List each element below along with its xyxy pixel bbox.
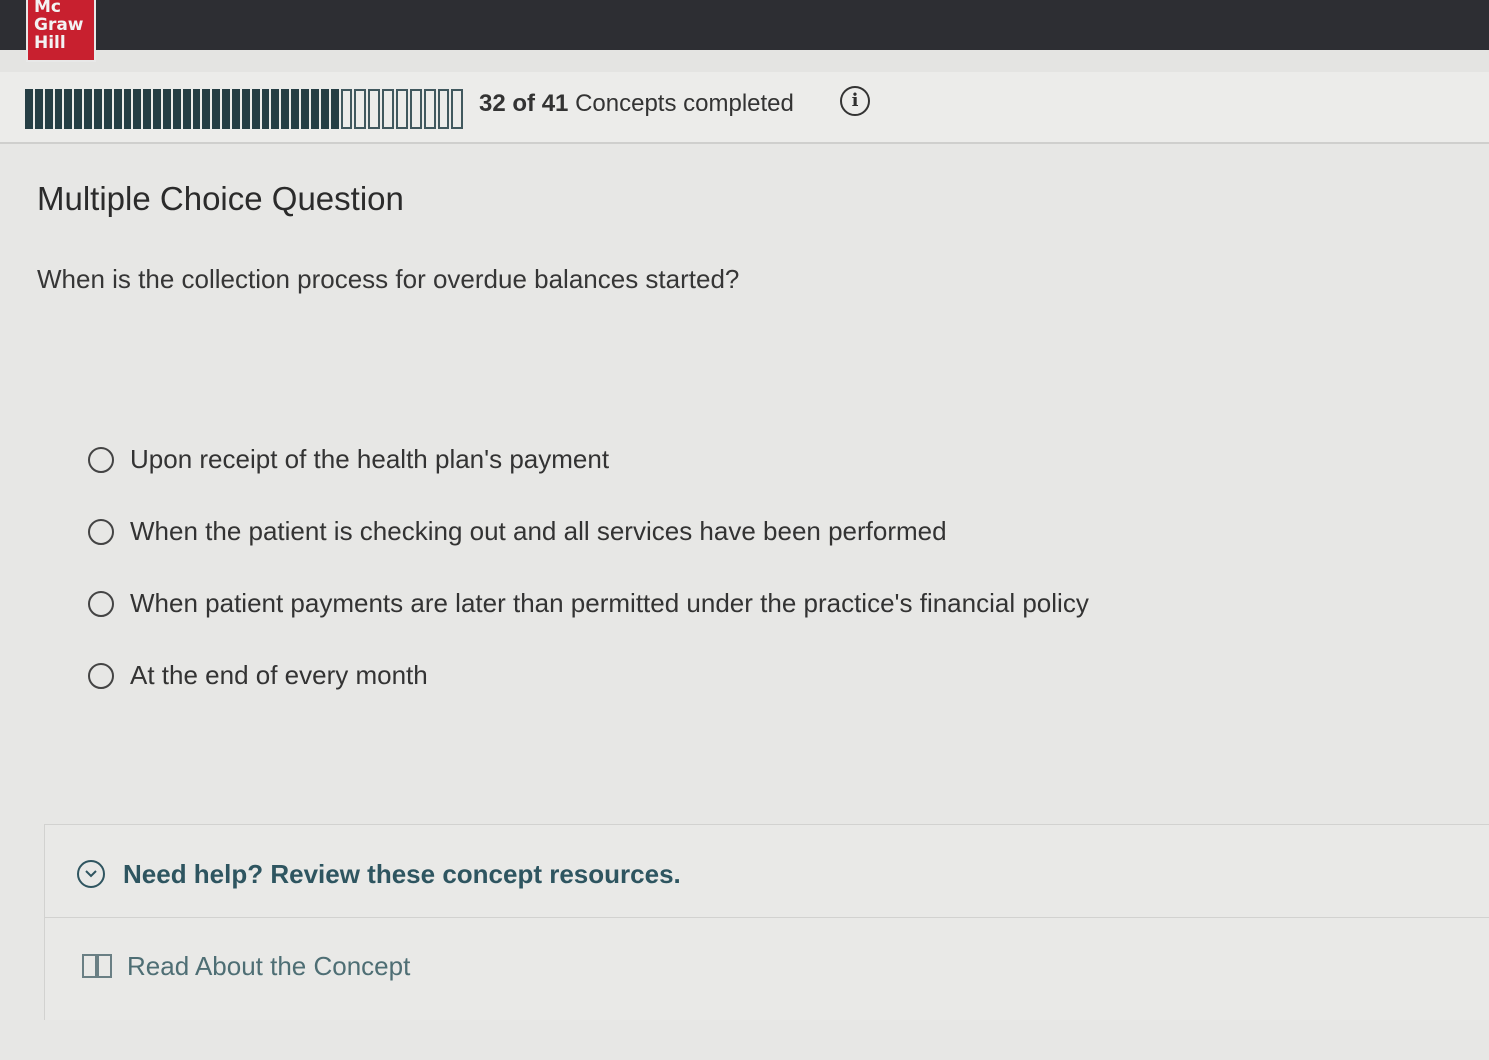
progress-segment-complete [54, 89, 63, 129]
progress-segment-complete [261, 89, 270, 129]
progress-segment-complete [153, 89, 162, 129]
progress-segment-incomplete [354, 89, 367, 129]
progress-segment-complete [222, 89, 231, 129]
progress-segment-complete [34, 89, 43, 129]
progress-segment-complete [172, 89, 181, 129]
question-prompt: When is the collection process for overd… [37, 264, 740, 294]
progress-row: 32 of 41 Concepts completed i [0, 72, 1489, 144]
progress-segment-complete [301, 89, 309, 129]
read-about-concept-link[interactable]: Read About the Concept [127, 951, 410, 982]
progress-segment-complete [241, 89, 250, 129]
choice-label: Upon receipt of the health plan's paymen… [130, 444, 610, 474]
progress-segment-incomplete [340, 89, 353, 129]
progress-segment-complete [44, 89, 53, 129]
choice-option-3[interactable]: When patient payments are later than per… [88, 588, 1089, 619]
concept-progress-bar [25, 89, 464, 129]
progress-segment-incomplete [382, 89, 394, 129]
of-word: of [512, 90, 536, 117]
total-count: 41 [541, 90, 569, 117]
mcgraw-hill-logo: Mc Graw Hill [26, 0, 96, 62]
logo-line-3: Hill [34, 33, 66, 53]
progress-segment-complete [310, 89, 319, 129]
book-icon [81, 952, 113, 985]
progress-segment-complete [232, 89, 240, 129]
help-resources-panel: Need help? Review these concept resource… [44, 824, 1489, 1020]
info-icon[interactable]: i [840, 86, 870, 116]
progress-segment-complete [163, 89, 171, 129]
progress-segment-complete [84, 89, 93, 129]
help-title[interactable]: Need help? Review these concept resource… [123, 859, 681, 890]
progress-segment-complete [251, 89, 260, 129]
progress-segment-complete [74, 89, 83, 129]
choice-option-1[interactable]: Upon receipt of the health plan's paymen… [88, 444, 609, 475]
progress-segment-incomplete [368, 89, 381, 129]
progress-segment-complete [113, 89, 122, 129]
progress-segment-incomplete [423, 89, 436, 129]
progress-segment-complete [281, 89, 290, 129]
progress-segment-complete [212, 89, 221, 129]
progress-segment-incomplete [409, 89, 422, 129]
choice-label: When patient payments are later than per… [130, 588, 1089, 618]
progress-segment-complete [64, 89, 73, 129]
radio-button-icon[interactable] [88, 662, 114, 689]
progress-segment-complete [291, 89, 300, 129]
progress-segment-incomplete [437, 89, 450, 129]
progress-segment-complete [330, 89, 339, 129]
progress-status: 32 of 41 Concepts completed [479, 90, 794, 118]
logo-line-1: Mc [34, 0, 61, 17]
progress-segment-complete [133, 89, 142, 129]
progress-segment-incomplete [395, 89, 408, 129]
choice-label: When the patient is checking out and all… [130, 516, 947, 546]
radio-button-icon[interactable] [88, 446, 114, 473]
progress-segment-complete [271, 89, 280, 129]
completed-count: 32 [479, 90, 506, 117]
choice-option-2[interactable]: When the patient is checking out and all… [88, 516, 947, 547]
question-panel: Multiple Choice Question When is the col… [0, 144, 1489, 1060]
logo-line-2: Graw [34, 15, 84, 35]
progress-segment-complete [25, 89, 33, 129]
progress-segment-complete [103, 89, 112, 129]
radio-button-icon[interactable] [88, 518, 114, 545]
choice-label: At the end of every month [130, 660, 428, 690]
progress-segment-complete [143, 89, 152, 129]
progress-segment-complete [123, 89, 132, 129]
chevron-down-icon[interactable] [77, 860, 105, 888]
progress-segment-complete [320, 89, 329, 129]
progress-segment-incomplete [451, 89, 464, 129]
choice-option-4[interactable]: At the end of every month [88, 660, 428, 691]
help-toggle[interactable]: Need help? Review these concept resource… [45, 825, 1489, 918]
progress-suffix: Concepts completed [575, 90, 794, 117]
progress-segment-complete [192, 89, 201, 129]
progress-segment-complete [182, 89, 191, 129]
progress-segment-complete [94, 89, 102, 129]
question-type-title: Multiple Choice Question [37, 180, 404, 217]
top-bar: Mc Graw Hill [0, 0, 1489, 62]
progress-segment-complete [202, 89, 211, 129]
radio-button-icon[interactable] [88, 590, 114, 617]
resource-read-concept[interactable]: Read About the Concept [45, 918, 1489, 1018]
